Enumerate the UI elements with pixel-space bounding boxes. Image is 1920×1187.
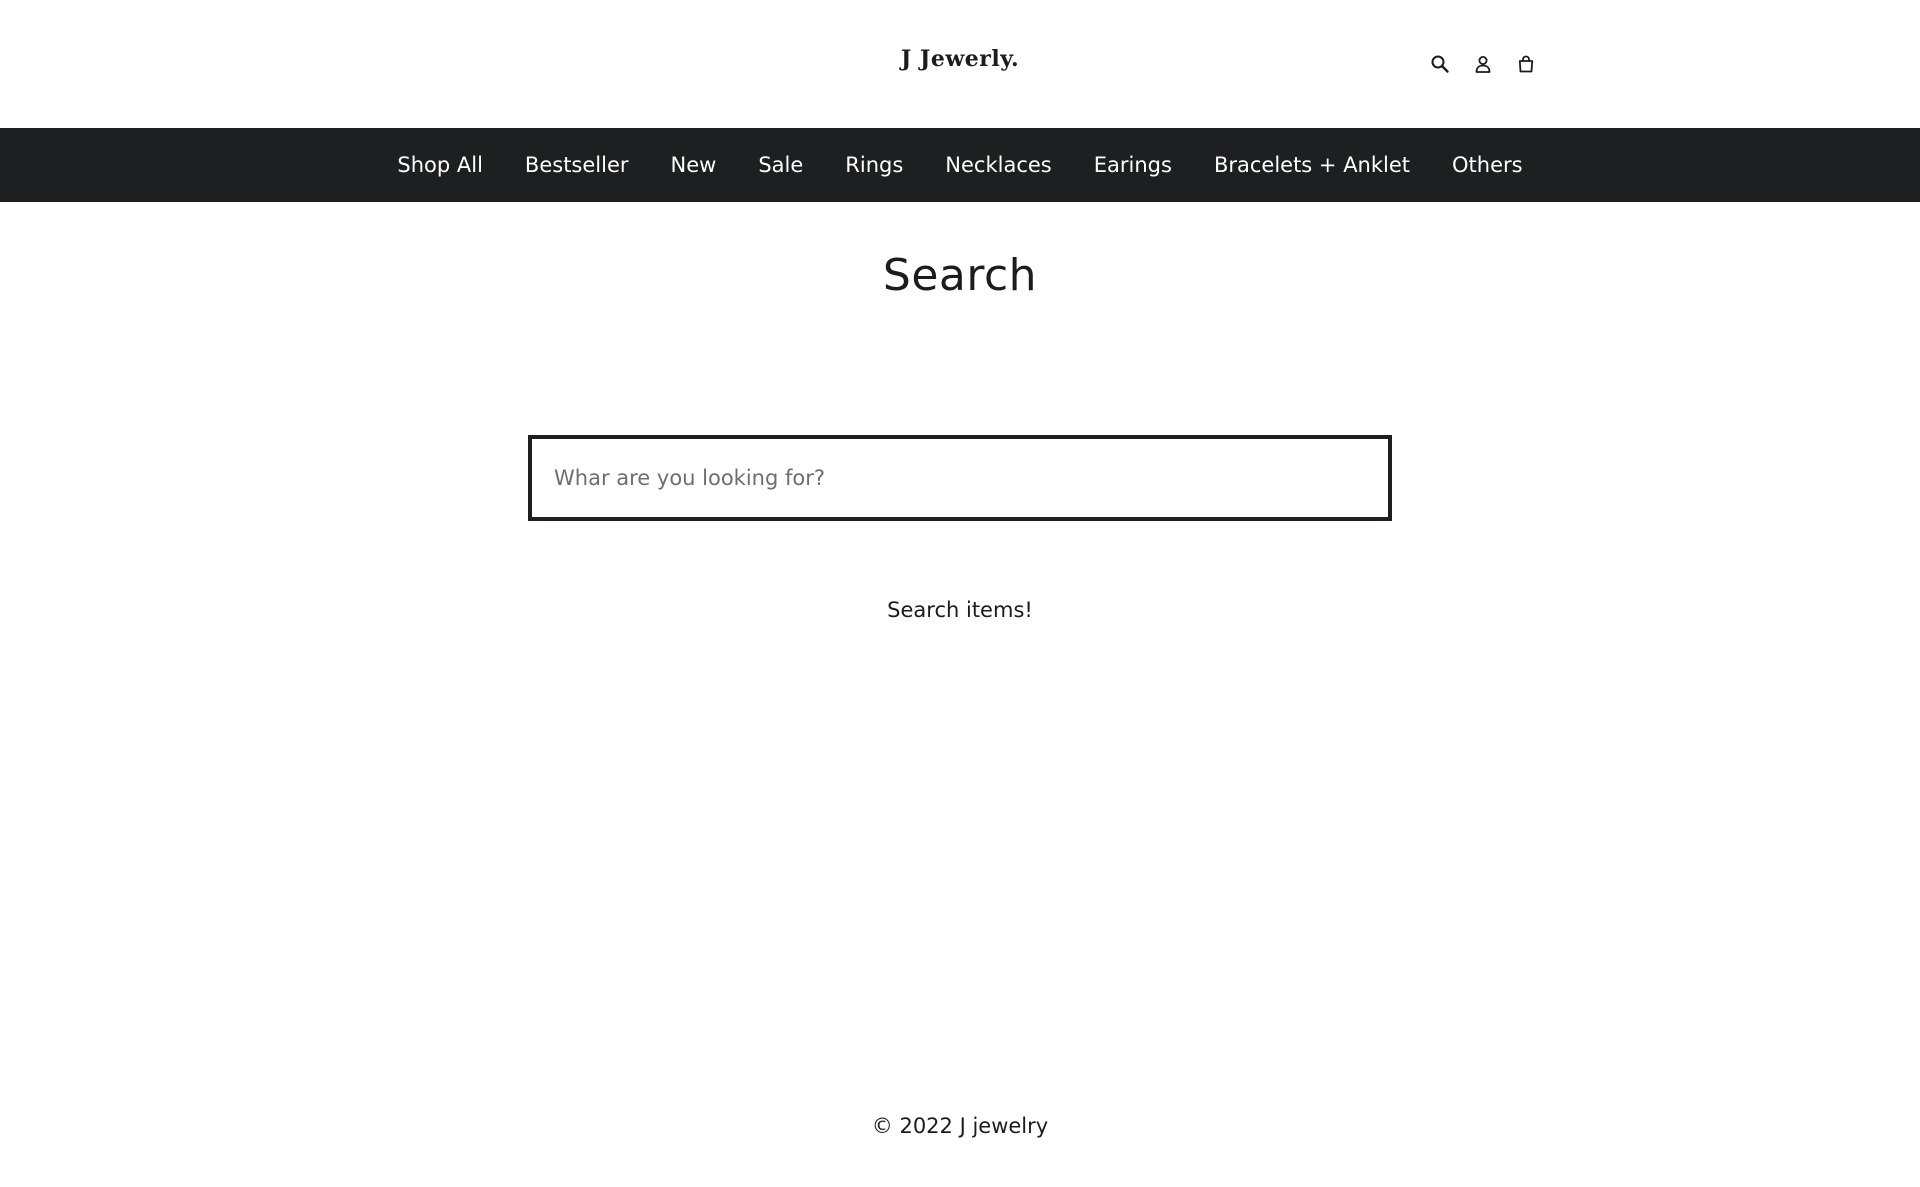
- search-hint: Search items!: [887, 598, 1033, 622]
- nav-item-necklaces[interactable]: Necklaces: [924, 128, 1072, 202]
- account-icon[interactable]: [1471, 52, 1495, 76]
- nav-item-rings[interactable]: Rings: [824, 128, 924, 202]
- main-nav: Shop All Bestseller New Sale Rings Neckl…: [0, 128, 1920, 202]
- nav-item-bracelets-anklet[interactable]: Bracelets + Anklet: [1193, 128, 1431, 202]
- nav-item-bestseller[interactable]: Bestseller: [504, 128, 650, 202]
- page: J Jewerly. Shop All Bestseller New Sale …: [0, 0, 1920, 1187]
- site-header: J Jewerly.: [0, 0, 1920, 128]
- search-input[interactable]: [532, 439, 1388, 517]
- nav-item-shop-all[interactable]: Shop All: [376, 128, 504, 202]
- search-icon[interactable]: [1428, 52, 1452, 76]
- footer-copyright: © 2022 J jewelry: [871, 1114, 1049, 1138]
- site-logo[interactable]: J Jewerly.: [0, 46, 1920, 72]
- nav-item-sale[interactable]: Sale: [737, 128, 824, 202]
- cart-icon[interactable]: [1514, 52, 1538, 76]
- nav-item-new[interactable]: New: [650, 128, 738, 202]
- search-field: [528, 435, 1392, 521]
- header-icons: [1428, 52, 1538, 76]
- nav-item-others[interactable]: Others: [1431, 128, 1544, 202]
- nav-item-earings[interactable]: Earings: [1073, 128, 1193, 202]
- page-title: Search: [882, 250, 1038, 301]
